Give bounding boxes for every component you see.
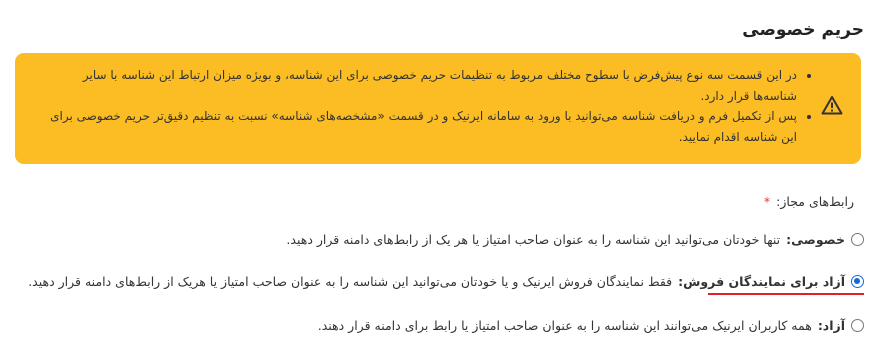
allowed-links-label: رابط‌های مجاز: * (764, 194, 854, 209)
privacy-notice: در این قسمت سه نوع پیش‌فرض با سطوح مختلف… (15, 53, 861, 164)
page-title: حریم خصوصی (742, 20, 864, 40)
option-public[interactable]: آزاد: همه کاربران ایرنیک می‌توانند این ش… (318, 318, 864, 333)
option-reseller[interactable]: آزاد برای نمایندگان فروش: فقط نمایندگان … (28, 274, 864, 289)
option-public-title: آزاد: (817, 318, 845, 333)
required-asterisk: * (763, 194, 771, 209)
option-reseller-description: فقط نمایندگان فروش ایرنیک و یا خودتان می… (28, 274, 673, 289)
notice-item: در این قسمت سه نوع پیش‌فرض با سطوح مختلف… (39, 65, 797, 106)
selected-option-underline (708, 293, 864, 295)
notice-item: پس از تکمیل فرم و دریافت شناسه می‌توانید… (39, 106, 797, 147)
option-private-description: تنها خودتان می‌توانید این شناسه را به عن… (286, 232, 781, 247)
private-radio[interactable] (851, 233, 864, 246)
allowed-links-label-text: رابط‌های مجاز: (776, 194, 854, 209)
public-radio[interactable] (851, 319, 864, 332)
option-private[interactable]: خصوصی: تنها خودتان می‌توانید این شناسه ر… (286, 232, 864, 247)
warning-icon (821, 95, 843, 115)
option-reseller-title: آزاد برای نمایندگان فروش: (678, 274, 845, 289)
reseller-radio[interactable] (851, 275, 864, 288)
notice-list: در این قسمت سه نوع پیش‌فرض با سطوح مختلف… (39, 65, 813, 147)
option-public-description: همه کاربران ایرنیک می‌توانند این شناسه ر… (317, 318, 812, 333)
option-private-title: خصوصی: (786, 232, 845, 247)
